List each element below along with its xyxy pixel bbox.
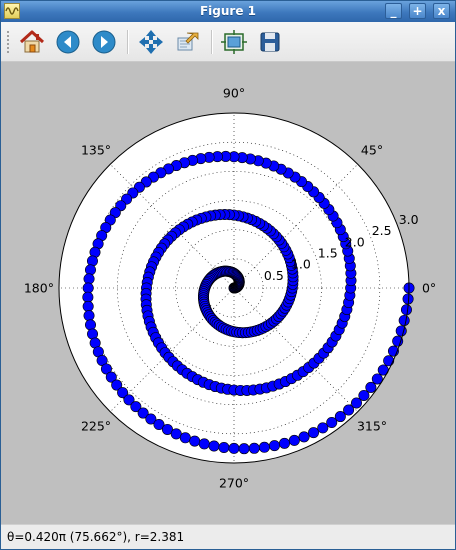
configure-subplots-button[interactable] bbox=[219, 27, 249, 57]
pan-button[interactable] bbox=[136, 27, 166, 57]
data-point-marker bbox=[317, 422, 329, 434]
forward-button[interactable] bbox=[89, 27, 119, 57]
toolbar-separator bbox=[211, 30, 212, 54]
configure-subplots-icon bbox=[221, 30, 247, 54]
arrow-left-icon bbox=[56, 30, 80, 54]
data-point-marker bbox=[83, 310, 95, 322]
data-point-marker bbox=[268, 440, 280, 452]
home-icon bbox=[19, 30, 45, 53]
angle-tick-label: 270° bbox=[219, 476, 249, 491]
arrow-right-icon bbox=[92, 30, 116, 54]
data-point-marker bbox=[82, 282, 94, 294]
radial-tick-label: 3.0 bbox=[399, 212, 419, 227]
status-bar: θ=0.420π (75.662°), r=2.381 bbox=[1, 524, 455, 549]
data-point-marker bbox=[84, 319, 96, 331]
data-point-marker bbox=[392, 335, 404, 347]
navigation-toolbar bbox=[1, 22, 455, 62]
home-button[interactable] bbox=[17, 27, 47, 57]
angle-tick-label: 315° bbox=[357, 419, 387, 434]
data-point-marker bbox=[82, 300, 94, 312]
angle-tick-label: 135° bbox=[81, 143, 111, 158]
data-point-marker bbox=[383, 355, 395, 367]
toolbar-grip-handle[interactable] bbox=[6, 30, 10, 54]
data-point-marker bbox=[248, 442, 260, 454]
polar-plot[interactable]: 0° 45° 90° 135° 180° 225° 270° 315° 0.5 1.0 1.5 2.0… bbox=[5, 63, 453, 524]
data-point-marker bbox=[179, 432, 191, 444]
data-point-marker bbox=[258, 441, 270, 453]
maximize-button[interactable]: + bbox=[409, 3, 426, 19]
toolbar-separator bbox=[127, 30, 128, 54]
close-button[interactable]: x bbox=[433, 3, 450, 19]
data-point-marker bbox=[298, 431, 310, 443]
figure-window: Figure 1 _ + x 0° 45° 90° 135° 180° 225°… bbox=[0, 0, 456, 550]
zoom-button[interactable] bbox=[173, 27, 203, 57]
radial-tick-label: 1.0 bbox=[291, 257, 311, 272]
data-point-marker bbox=[398, 314, 410, 326]
data-point-marker bbox=[288, 434, 300, 446]
cursor-coordinates-readout: θ=0.420π (75.662°), r=2.381 bbox=[7, 530, 185, 544]
back-button[interactable] bbox=[53, 27, 83, 57]
radial-tick-label: 2.5 bbox=[372, 223, 392, 238]
data-point-marker bbox=[189, 435, 201, 447]
save-icon bbox=[260, 32, 280, 52]
data-point-marker bbox=[400, 304, 412, 316]
data-point-marker bbox=[365, 381, 377, 393]
angle-tick-label: 90° bbox=[223, 85, 245, 100]
save-button[interactable] bbox=[255, 27, 285, 57]
data-point-marker bbox=[83, 273, 95, 285]
radial-tick-label: 1.5 bbox=[318, 246, 338, 261]
minimize-button[interactable]: _ bbox=[385, 3, 402, 19]
radial-tick-label: 0.5 bbox=[264, 268, 284, 283]
angle-tick-label: 0° bbox=[422, 281, 436, 296]
figure-canvas[interactable]: 0° 45° 90° 135° 180° 225° 270° 315° 0.5 1.0 1.5 2.0… bbox=[5, 63, 453, 524]
angle-tick-label: 45° bbox=[361, 143, 383, 158]
angle-tick-label: 180° bbox=[24, 281, 54, 296]
angle-tick-label: 225° bbox=[81, 419, 111, 434]
pan-arrows-icon bbox=[139, 30, 163, 54]
title-bar[interactable]: Figure 1 _ + x bbox=[1, 1, 455, 22]
data-point-marker bbox=[208, 440, 220, 452]
zoom-rect-icon bbox=[177, 32, 199, 51]
data-point-marker bbox=[84, 264, 96, 276]
data-point-marker bbox=[198, 438, 210, 450]
data-point-marker bbox=[238, 443, 250, 455]
data-point-marker bbox=[218, 442, 230, 454]
data-point-marker bbox=[82, 291, 94, 303]
data-point-marker bbox=[308, 427, 320, 439]
radial-tick-label: 2.0 bbox=[345, 234, 365, 249]
data-point-marker bbox=[358, 389, 370, 401]
data-point-marker bbox=[278, 437, 290, 449]
data-point-marker bbox=[228, 442, 240, 454]
